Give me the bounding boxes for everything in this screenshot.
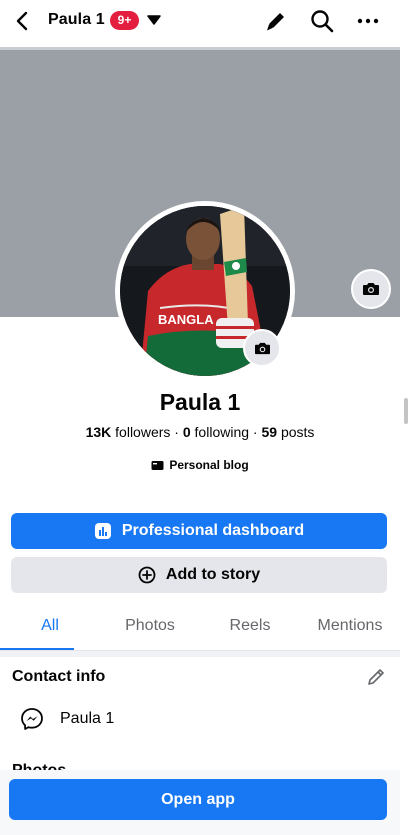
tab-mentions[interactable]: Mentions bbox=[300, 604, 400, 650]
contact-messenger-row[interactable]: Paula 1 bbox=[20, 707, 114, 731]
posts-label: posts bbox=[280, 424, 315, 440]
tab-all[interactable]: All bbox=[0, 604, 100, 650]
following-label[interactable]: following bbox=[195, 424, 249, 440]
svg-text:BANGLA: BANGLA bbox=[158, 312, 214, 327]
followers-count[interactable]: 13K bbox=[86, 424, 112, 440]
camera-icon bbox=[363, 283, 379, 295]
notification-badge: 9+ bbox=[110, 11, 139, 30]
edit-cover-button[interactable] bbox=[351, 269, 391, 309]
stats-separator: · bbox=[252, 424, 258, 440]
open-app-button[interactable]: Open app bbox=[9, 779, 387, 820]
profile-tabs: All Photos Reels Mentions bbox=[0, 604, 400, 650]
profile-stats: 13K followers · 0 following · 59 posts bbox=[0, 424, 400, 440]
scrollbar-thumb[interactable] bbox=[404, 398, 408, 424]
category-label: Personal blog bbox=[169, 458, 249, 472]
blog-icon bbox=[151, 460, 164, 470]
chevron-left-icon[interactable] bbox=[12, 10, 34, 32]
messenger-name: Paula 1 bbox=[60, 710, 115, 727]
add-story-label: Add to story bbox=[165, 566, 261, 583]
professional-dashboard-button[interactable]: Professional dashboard bbox=[11, 513, 387, 549]
more-icon[interactable] bbox=[355, 8, 381, 34]
add-to-story-button[interactable]: Add to story bbox=[11, 557, 387, 593]
messenger-icon bbox=[21, 708, 43, 730]
tab-reels[interactable]: Reels bbox=[200, 604, 300, 650]
top-bar: Paula 1 9+ bbox=[0, 0, 400, 44]
edit-avatar-button[interactable] bbox=[243, 329, 281, 367]
caret-down-icon[interactable] bbox=[147, 14, 161, 26]
search-icon[interactable] bbox=[309, 8, 335, 34]
plus-circle-icon bbox=[138, 566, 156, 584]
pencil-icon[interactable] bbox=[366, 667, 386, 687]
profile-name: Paula 1 bbox=[159, 389, 241, 415]
dashboard-label: Professional dashboard bbox=[121, 522, 305, 539]
contact-info-heading: Contact info bbox=[12, 668, 106, 685]
tab-photos[interactable]: Photos bbox=[100, 604, 200, 650]
following-count[interactable]: 0 bbox=[183, 424, 191, 440]
camera-icon bbox=[254, 342, 270, 354]
page-title[interactable]: Paula 1 bbox=[48, 11, 105, 29]
section-separator bbox=[0, 651, 400, 657]
pencil-icon[interactable] bbox=[263, 8, 289, 34]
followers-label[interactable]: followers bbox=[115, 424, 170, 440]
posts-count: 59 bbox=[261, 424, 278, 440]
stats-separator: · bbox=[174, 424, 179, 440]
profile-category: Personal blog bbox=[0, 458, 400, 472]
bar-chart-icon bbox=[94, 523, 111, 539]
